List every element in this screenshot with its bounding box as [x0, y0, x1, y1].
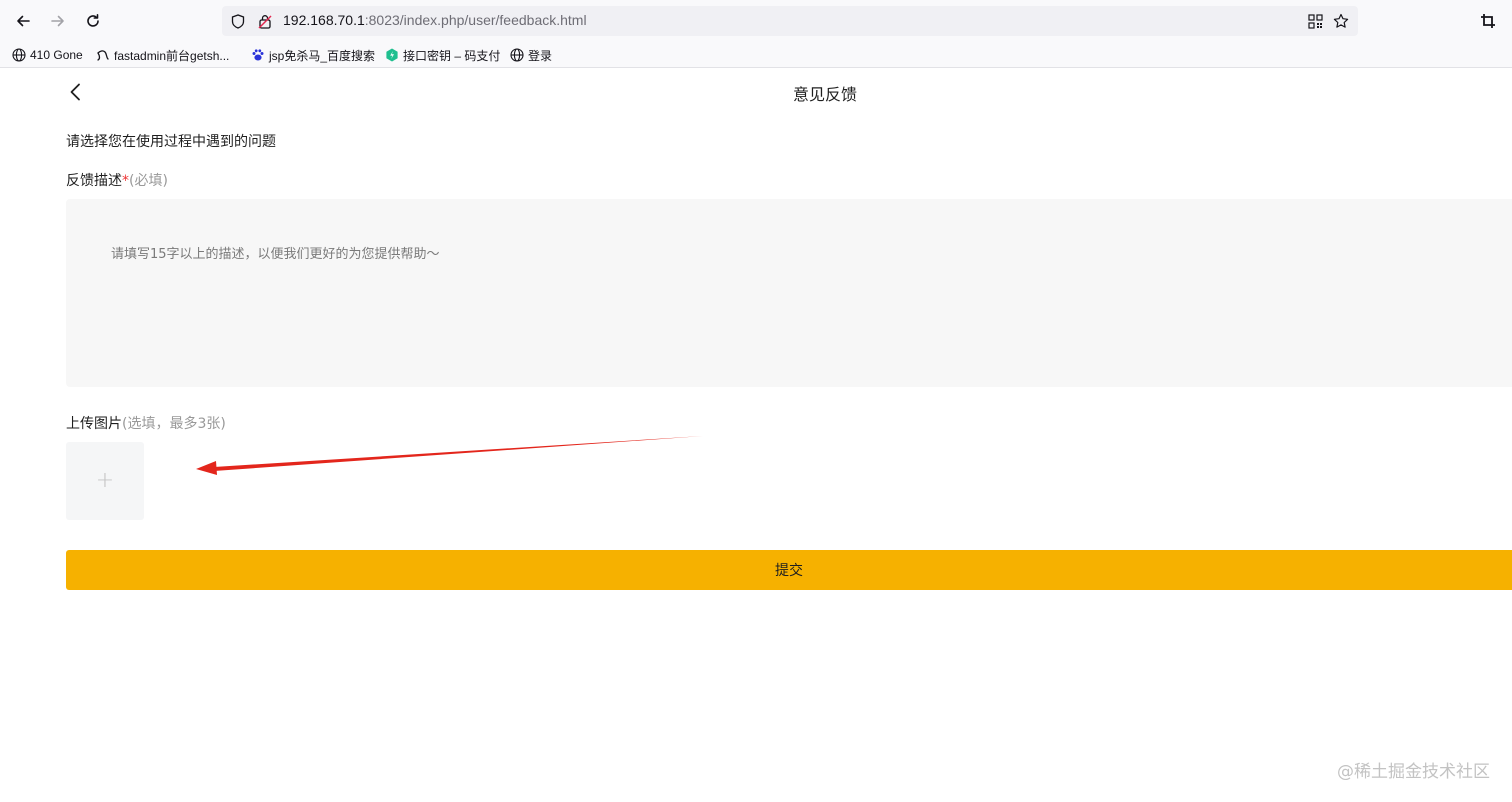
- feedback-description-textarea[interactable]: [66, 199, 1512, 387]
- upload-hint: (选填，最多3张): [122, 416, 226, 432]
- required-star: *: [122, 173, 129, 189]
- green-leaf-icon: [385, 48, 399, 62]
- bookmark-label: 接口密钥 – 码支付: [403, 48, 501, 63]
- baidu-paw-icon: [251, 48, 265, 62]
- qr-code-icon[interactable]: [1307, 13, 1323, 29]
- url-text[interactable]: 192.168.70.1:8023/index.php/user/feedbac…: [283, 12, 587, 28]
- script-icon: [96, 48, 110, 62]
- question-heading: 请选择您在使用过程中遇到的问题: [66, 134, 276, 150]
- required-hint: (必填): [129, 173, 168, 189]
- bookmark-login[interactable]: 登录: [510, 46, 552, 64]
- plus-icon: +: [95, 468, 115, 493]
- bookmark-baidu-search[interactable]: jsp免杀马_百度搜索: [251, 46, 375, 64]
- back-arrow-icon[interactable]: [11, 9, 35, 33]
- feedback-page: 意见反馈 请选择您在使用过程中遇到的问题 反馈描述*(必填) 上传图片(选填，最…: [0, 69, 1512, 802]
- lock-warning-icon[interactable]: [257, 13, 273, 29]
- bookmarks-bar: 410 Gone fastadmin前台getsh... jsp免杀马_百度搜索…: [0, 42, 1512, 68]
- url-host: 192.168.70.1: [283, 12, 365, 28]
- bookmark-label: 登录: [528, 48, 553, 63]
- annotation-arrow: [196, 436, 703, 475]
- globe-icon: [510, 48, 524, 62]
- bookmark-label: jsp免杀马_百度搜索: [269, 48, 376, 63]
- bookmark-label: fastadmin前台getsh...: [114, 48, 230, 63]
- crop-icon[interactable]: [1476, 9, 1500, 33]
- address-bar[interactable]: 192.168.70.1:8023/index.php/user/feedbac…: [222, 6, 1358, 36]
- bookmark-fastadmin[interactable]: fastadmin前台getsh...: [96, 46, 229, 64]
- reload-icon[interactable]: [81, 9, 105, 33]
- bookmark-label: 410 Gone: [30, 48, 83, 62]
- description-label: 反馈描述*(必填): [66, 170, 168, 190]
- upload-label: 上传图片(选填，最多3张): [66, 413, 226, 433]
- submit-button[interactable]: 提交: [66, 550, 1512, 590]
- description-label-text: 反馈描述: [66, 173, 122, 189]
- star-icon[interactable]: [1333, 13, 1349, 29]
- forward-arrow-icon[interactable]: [46, 9, 70, 33]
- bookmark-api-key[interactable]: 接口密钥 – 码支付: [385, 46, 500, 64]
- bookmark-410-gone[interactable]: 410 Gone: [12, 46, 83, 64]
- globe-icon: [12, 48, 26, 62]
- shield-icon[interactable]: [230, 13, 246, 29]
- watermark-text: @稀土掘金技术社区: [1337, 762, 1490, 782]
- upload-label-text: 上传图片: [66, 416, 122, 432]
- image-upload-button[interactable]: +: [66, 442, 144, 520]
- page-title: 意见反馈: [792, 85, 857, 104]
- browser-toolbar: 192.168.70.1:8023/index.php/user/feedbac…: [0, 0, 1512, 42]
- url-path: :8023/index.php/user/feedback.html: [364, 12, 587, 28]
